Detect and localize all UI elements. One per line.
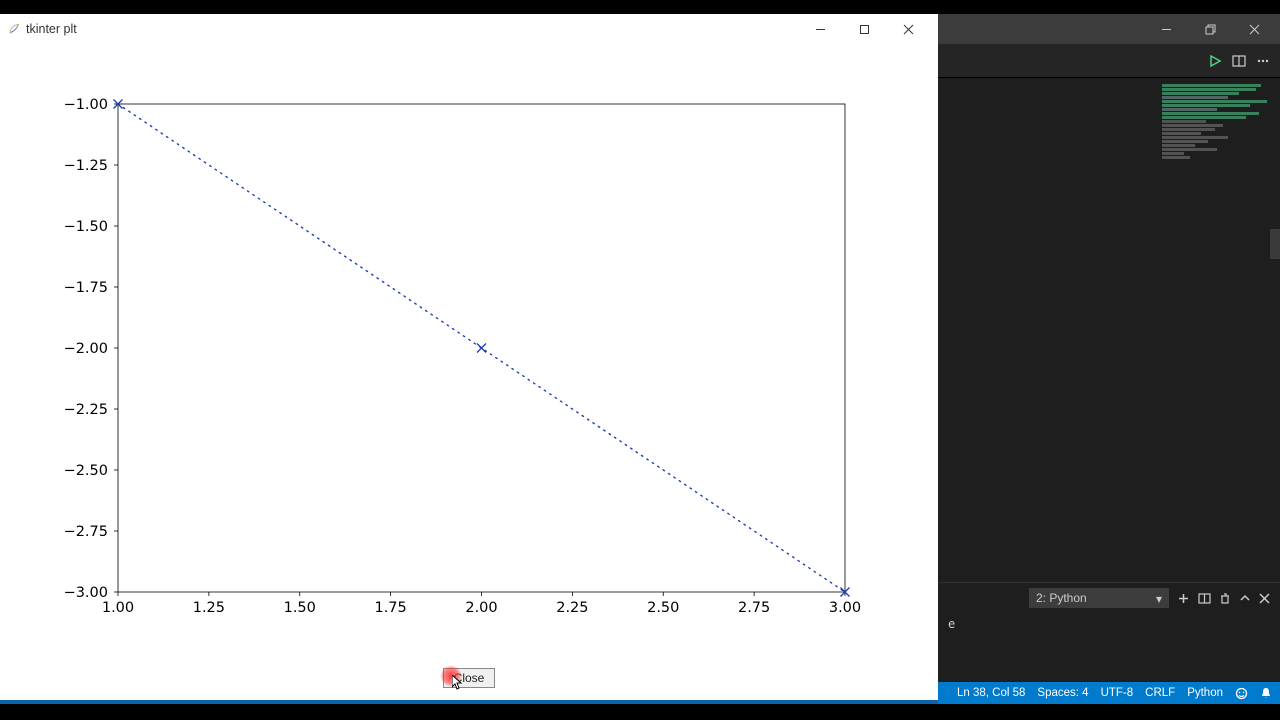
- svg-text:−1.00: −1.00: [64, 97, 108, 113]
- maximize-panel-icon[interactable]: [1239, 592, 1251, 604]
- svg-text:2.50: 2.50: [647, 600, 679, 616]
- svg-text:−1.50: −1.50: [64, 219, 108, 235]
- vscode-status-bar: Ln 38, Col 58 Spaces: 4 UTF-8 CRLF Pytho…: [938, 682, 1280, 704]
- vscode-minimize-button[interactable]: [1144, 14, 1188, 44]
- run-icon[interactable]: [1208, 54, 1222, 68]
- svg-text:−3.00: −3.00: [64, 585, 108, 601]
- svg-text:1.50: 1.50: [284, 600, 316, 616]
- letterbox-top: [0, 0, 1280, 14]
- svg-text:−2.25: −2.25: [64, 402, 108, 418]
- svg-text:−2.75: −2.75: [64, 524, 108, 540]
- split-editor-icon[interactable]: [1232, 54, 1246, 68]
- more-icon[interactable]: [1256, 54, 1270, 68]
- svg-text:1.25: 1.25: [193, 600, 225, 616]
- vscode-terminal-panel: 2: Python e: [938, 582, 1280, 682]
- vscode-terminal-header: 2: Python: [938, 583, 1280, 613]
- status-eol[interactable]: CRLF: [1145, 687, 1175, 699]
- status-ln-col[interactable]: Ln 38, Col 58: [957, 687, 1025, 699]
- vscode-editor-area[interactable]: [938, 78, 1280, 582]
- close-button-label: Close: [454, 671, 485, 685]
- svg-text:3.00: 3.00: [829, 600, 861, 616]
- svg-text:−2.50: −2.50: [64, 463, 108, 479]
- terminal-selector-label: 2: Python: [1036, 591, 1087, 605]
- tkinter-bottom-bar: Close: [0, 668, 938, 704]
- vscode-maximize-button[interactable]: [1188, 14, 1232, 44]
- status-encoding[interactable]: UTF-8: [1101, 687, 1134, 699]
- matplotlib-canvas: 1.00 1.25 1.50 1.75 2.00 2.25 2.50 2.75 3.00 −1.0…: [0, 44, 938, 668]
- svg-text:1.00: 1.00: [102, 600, 134, 616]
- split-terminal-icon[interactable]: [1198, 592, 1211, 605]
- window-close-button[interactable]: [886, 14, 930, 44]
- close-panel-icon[interactable]: [1259, 593, 1270, 604]
- svg-text:2.25: 2.25: [556, 600, 588, 616]
- vscode-editor-toolbar: [938, 44, 1280, 78]
- tkinter-titlebar[interactable]: tkinter plt: [0, 14, 938, 44]
- vscode-scrollbar[interactable]: [1270, 78, 1280, 582]
- tk-feather-icon: [8, 23, 20, 35]
- svg-text:2.75: 2.75: [738, 600, 770, 616]
- new-terminal-icon[interactable]: [1177, 592, 1190, 605]
- vscode-titlebar[interactable]: [938, 14, 1280, 44]
- status-language[interactable]: Python: [1187, 687, 1223, 699]
- letterbox-bottom: [0, 704, 1280, 720]
- vscode-window: 2: Python e Ln 38, Col 58 Spaces: 4 UT: [938, 14, 1280, 704]
- tkinter-title-text: tkinter plt: [26, 22, 77, 36]
- status-bell-icon[interactable]: [1260, 687, 1272, 700]
- status-spaces[interactable]: Spaces: 4: [1037, 687, 1088, 699]
- close-button[interactable]: Close: [443, 668, 496, 688]
- minimize-button[interactable]: [798, 14, 842, 44]
- vscode-scrollbar-thumb[interactable]: [1270, 229, 1280, 259]
- vscode-terminal-body[interactable]: e: [938, 613, 1280, 682]
- tkinter-window: tkinter plt 1.00 1.25 1.50 1.75 2.00 2.25 2.50…: [0, 14, 938, 704]
- windows-taskbar-sliver: [0, 700, 938, 704]
- svg-text:2.00: 2.00: [465, 600, 497, 616]
- svg-text:−2.00: −2.00: [64, 341, 108, 357]
- vscode-close-button[interactable]: [1232, 14, 1276, 44]
- svg-text:−1.75: −1.75: [64, 280, 108, 296]
- chart-svg: 1.00 1.25 1.50 1.75 2.00 2.25 2.50 2.75 3.00 −1.0…: [0, 44, 938, 664]
- terminal-selector[interactable]: 2: Python: [1029, 588, 1169, 608]
- status-feedback-icon[interactable]: [1235, 687, 1248, 700]
- terminal-output-fragment: e: [948, 617, 955, 631]
- maximize-button[interactable]: [842, 14, 886, 44]
- vscode-minimap[interactable]: [1162, 84, 1272, 194]
- svg-text:−1.25: −1.25: [64, 158, 108, 174]
- kill-terminal-icon[interactable]: [1219, 592, 1231, 605]
- svg-text:1.75: 1.75: [374, 600, 406, 616]
